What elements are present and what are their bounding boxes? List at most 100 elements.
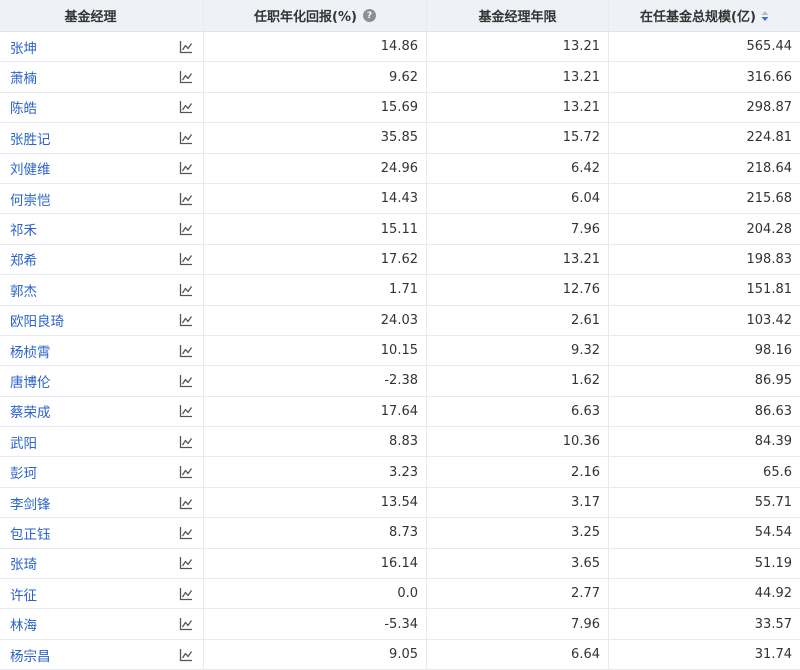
years-cell: 9.32: [427, 335, 609, 366]
manager-cell: 郑希: [0, 244, 204, 275]
return-cell: -5.34: [204, 609, 427, 639]
scale-cell: 316.66: [609, 62, 800, 91]
return-cell: 0.0: [204, 579, 427, 609]
years-cell: 10.36: [427, 427, 609, 457]
sort-desc-icon[interactable]: [761, 10, 769, 21]
manager-name-link[interactable]: 许征: [10, 584, 37, 604]
line-chart-icon[interactable]: [179, 465, 193, 479]
line-chart-icon[interactable]: [179, 404, 193, 418]
line-chart-icon[interactable]: [179, 496, 193, 510]
return-value: 9.05: [389, 647, 418, 662]
line-chart-icon[interactable]: [179, 131, 193, 145]
scale-cell: 98.16: [609, 336, 800, 365]
years-value: 13.21: [562, 99, 600, 115]
manager-name-link[interactable]: 武阳: [10, 432, 37, 452]
manager-name-link[interactable]: 杨桢霄: [10, 341, 51, 361]
manager-name-link[interactable]: 张琦: [10, 553, 37, 573]
line-chart-icon[interactable]: [179, 70, 193, 84]
line-chart-icon[interactable]: [179, 435, 193, 449]
years-cell: 6.42: [427, 153, 609, 183]
line-chart-icon[interactable]: [179, 252, 193, 266]
years-cell: 6.04: [427, 183, 609, 214]
years-cell: 13.21: [427, 92, 609, 123]
years-value: 13.21: [562, 39, 600, 55]
manager-name-link[interactable]: 萧楠: [10, 67, 37, 87]
table-row: 李剑锋 13.54 3.17 55.71: [0, 487, 800, 519]
line-chart-icon[interactable]: [179, 526, 193, 540]
return-cell: 15.11: [204, 214, 427, 244]
scale-cell: 224.81: [609, 123, 800, 152]
scale-cell: 84.39: [609, 427, 800, 456]
column-header-years[interactable]: 基金经理年限: [427, 0, 609, 31]
years-cell: 13.21: [427, 32, 609, 62]
line-chart-icon[interactable]: [179, 344, 193, 358]
line-chart-icon[interactable]: [179, 556, 193, 570]
scale-value: 31.74: [754, 647, 792, 662]
manager-name-link[interactable]: 林海: [10, 614, 37, 634]
manager-name-link[interactable]: 彭珂: [10, 462, 37, 482]
manager-name-link[interactable]: 张坤: [10, 37, 37, 57]
years-value: 2.77: [571, 586, 600, 602]
line-chart-icon[interactable]: [179, 222, 193, 236]
line-chart-icon[interactable]: [179, 161, 193, 175]
manager-name-link[interactable]: 张胜记: [10, 128, 51, 148]
line-chart-icon[interactable]: [179, 648, 193, 662]
years-value: 2.16: [571, 464, 600, 480]
years-cell: 6.63: [427, 396, 609, 427]
manager-name-link[interactable]: 祁禾: [10, 219, 37, 239]
line-chart-icon[interactable]: [179, 283, 193, 297]
line-chart-icon[interactable]: [179, 587, 193, 601]
table-row: 蔡荣成 17.64 6.63 86.63: [0, 396, 800, 428]
manager-name-link[interactable]: 陈皓: [10, 97, 37, 117]
column-header-manager[interactable]: 基金经理: [0, 0, 204, 31]
manager-name-link[interactable]: 唐博伦: [10, 371, 51, 391]
line-chart-icon[interactable]: [179, 192, 193, 206]
return-value: 15.11: [380, 221, 418, 237]
years-cell: 1.62: [427, 366, 609, 396]
manager-name-link[interactable]: 杨宗昌: [10, 645, 51, 665]
manager-cell: 武阳: [0, 427, 204, 457]
line-chart-icon[interactable]: [179, 617, 193, 631]
manager-name-link[interactable]: 包正钰: [10, 523, 51, 543]
years-cell: 7.96: [427, 214, 609, 244]
manager-name-link[interactable]: 刘健维: [10, 158, 51, 178]
manager-cell: 萧楠: [0, 62, 204, 92]
scale-value: 55.71: [754, 495, 792, 511]
years-cell: 12.76: [427, 275, 609, 305]
manager-name-link[interactable]: 李剑锋: [10, 493, 51, 513]
manager-name-link[interactable]: 郑希: [10, 249, 37, 269]
years-value: 3.17: [571, 495, 600, 511]
table-row: 张胜记 35.85 15.72 224.81: [0, 123, 800, 154]
table-body: 张坤 14.86 13.21 565.44 萧楠 9.62 13.21 316.…: [0, 32, 800, 670]
manager-cell: 张胜记: [0, 123, 204, 153]
question-circle-icon[interactable]: ?: [362, 9, 376, 22]
return-cell: 16.14: [204, 548, 427, 579]
return-value: 35.85: [380, 130, 418, 146]
table-row: 杨宗昌 9.05 6.64 31.74: [0, 639, 800, 670]
scale-value: 103.42: [746, 312, 793, 328]
scale-value: 51.19: [754, 555, 792, 571]
manager-name-link[interactable]: 欧阳良琦: [10, 310, 64, 330]
line-chart-icon[interactable]: [179, 100, 193, 114]
manager-name-link[interactable]: 蔡荣成: [10, 401, 51, 421]
return-cell: 13.54: [204, 487, 427, 518]
column-header-scale[interactable]: 在任基金总规模(亿): [609, 0, 800, 31]
scale-cell: 298.87: [609, 93, 800, 122]
return-cell: 1.71: [204, 275, 427, 305]
line-chart-icon[interactable]: [179, 313, 193, 327]
table-row: 张坤 14.86 13.21 565.44: [0, 32, 800, 63]
manager-name-link[interactable]: 何崇恺: [10, 189, 51, 209]
line-chart-icon[interactable]: [179, 40, 193, 54]
years-value: 13.21: [562, 251, 600, 267]
manager-cell: 张坤: [0, 32, 204, 62]
table-row: 刘健维 24.96 6.42 218.64: [0, 153, 800, 184]
years-cell: 2.77: [427, 579, 609, 609]
scale-cell: 218.64: [609, 154, 800, 183]
column-header-return[interactable]: 任职年化回报(%) ?: [204, 0, 427, 31]
line-chart-icon[interactable]: [179, 374, 193, 388]
scale-cell: 51.19: [609, 549, 800, 578]
manager-name-link[interactable]: 郭杰: [10, 280, 37, 300]
scale-cell: 565.44: [609, 32, 800, 61]
table-row: 何崇恺 14.43 6.04 215.68: [0, 183, 800, 215]
years-cell: 15.72: [427, 123, 609, 153]
